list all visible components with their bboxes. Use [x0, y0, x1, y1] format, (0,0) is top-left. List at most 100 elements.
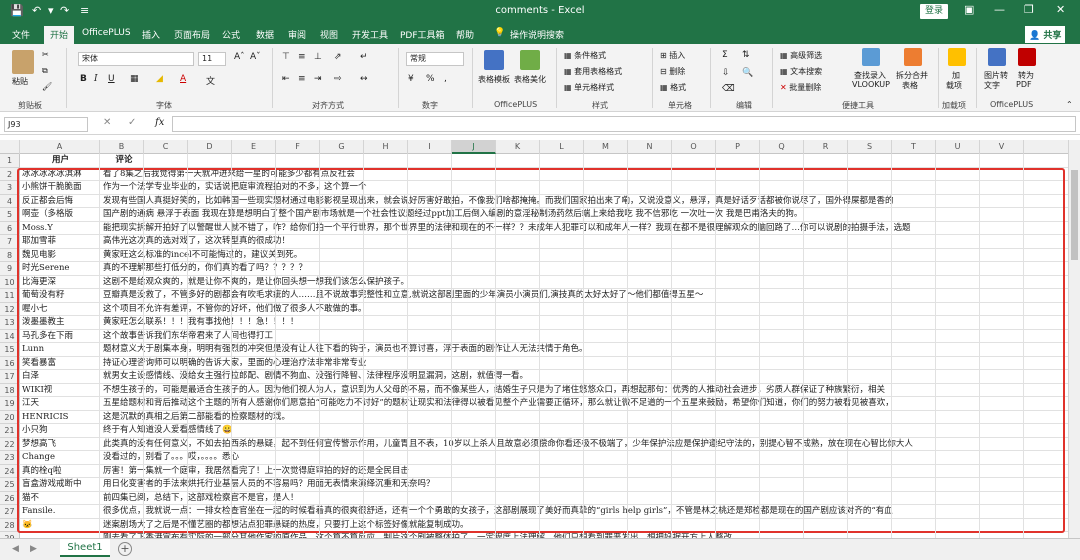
cell-user[interactable]: 耶加雪菲 — [20, 235, 100, 248]
collapse-ribbon-icon[interactable]: ⌃ — [1066, 100, 1073, 109]
comma-icon[interactable]: , — [444, 74, 447, 84]
column-header-m[interactable]: M — [584, 140, 628, 154]
insert-cells-button[interactable]: ⊞ 插入 — [660, 50, 685, 61]
addins-label-2[interactable]: 载项 — [946, 80, 962, 91]
row-header[interactable]: 25 — [0, 478, 20, 492]
column-header-g[interactable]: G — [320, 140, 364, 154]
row-header[interactable]: 12 — [0, 302, 20, 316]
row-header[interactable]: 22 — [0, 437, 20, 451]
column-header-t[interactable]: T — [892, 140, 936, 154]
cell-user[interactable]: 猫不 — [20, 491, 100, 505]
cell-comment[interactable]: 厉害！第一集就一个庭审，我居然看完了！上一次觉得庭审拍的好的还是全民目击 — [101, 465, 1068, 478]
table-beautify-icon[interactable] — [520, 50, 540, 70]
sheet-tab-sheet1[interactable]: Sheet1 — [60, 539, 110, 557]
row-header[interactable]: 15 — [0, 343, 20, 357]
cell-comment[interactable]: 这是沉默的真相之后第二部能看的检察题材的戏。 — [101, 411, 1068, 424]
batch-delete-button[interactable]: ✕ 批量删除 — [780, 82, 821, 93]
vertical-scrollbar[interactable] — [1068, 140, 1080, 538]
column-header-q[interactable]: Q — [760, 140, 804, 154]
row-header[interactable]: 5 — [0, 208, 20, 222]
scrollbar-thumb[interactable] — [1071, 170, 1078, 260]
ribbon-display-options-icon[interactable]: ▣ — [964, 3, 974, 16]
format-cells-button[interactable]: ▦ 格式 — [660, 82, 686, 93]
row-header[interactable]: 23 — [0, 451, 20, 465]
cell-user[interactable]: 啊壶（多格版 — [20, 208, 100, 221]
login-button[interactable]: 登录 — [920, 4, 948, 19]
borders-icon[interactable]: ▦ — [130, 74, 139, 84]
cell-comment[interactable]: 国产剧的通病 悬浮于表面 我现在算是想明白了整个国产剧市场就是一个社会性议题经过… — [101, 208, 1068, 221]
row-header[interactable]: 11 — [0, 289, 20, 303]
cell-comment[interactable]: 黄家旺这么标准的incel不可能悔过的，建议关到死。 — [101, 249, 1068, 262]
column-header-j[interactable]: J — [452, 140, 496, 154]
row-header[interactable]: 27 — [0, 505, 20, 519]
cell-comment[interactable]: 豆瓣真是没救了，不管多好的剧都会有吹毛求疵的人……且不说故事完整性和立意,就说这… — [101, 289, 1068, 302]
table-template-icon[interactable] — [484, 50, 504, 70]
cell-user[interactable]: HENRICIS — [20, 410, 100, 424]
cell-user[interactable]: 🐱 — [20, 518, 100, 532]
fill-color-icon[interactable]: ◢ — [156, 74, 163, 84]
cell-user[interactable]: 小熊饼干脆脆面 — [20, 181, 100, 194]
select-all-corner[interactable] — [0, 140, 20, 154]
paste-button[interactable]: 粘贴 — [12, 76, 28, 87]
merge-center-icon[interactable]: ↔ — [360, 74, 368, 84]
cell-user[interactable]: 马孔多在下雨 — [20, 329, 100, 343]
row-header[interactable]: 8 — [0, 248, 20, 262]
copy-icon[interactable]: ⧉ — [42, 66, 48, 76]
column-header-b[interactable]: B — [100, 140, 144, 154]
table-beautify-button[interactable]: 表格美化 — [514, 74, 546, 85]
orientation-icon[interactable]: ⇗ — [334, 52, 342, 62]
cell-user[interactable]: 真的栓q啦 — [20, 464, 100, 478]
worksheet-grid[interactable]: ABCDEFGHIJKLMNOPQRSTUV 1 2 3 4 5 6 7 8 9 10 11 12 13… — [0, 140, 1068, 538]
minimize-icon[interactable]: — — [994, 3, 1005, 16]
cut-icon[interactable]: ✂ — [42, 50, 49, 59]
text-search-button[interactable]: ▦ 文本搜索 — [780, 66, 822, 77]
header-cell-comment[interactable]: 评论 — [101, 154, 145, 167]
cell-style-button[interactable]: ▦ 单元格样式 — [564, 82, 614, 93]
cell-comment[interactable]: 迷案剧场大了之后是不懂艺圈的都想沾点犯罪悬疑的热度，只要打上这个标签好像就能复制… — [101, 519, 1068, 532]
close-icon[interactable]: ✕ — [1056, 3, 1065, 16]
cancel-icon[interactable]: ✕ — [103, 117, 111, 128]
cell-user[interactable]: 反正都会后悔 — [20, 194, 100, 208]
cell-user[interactable]: 盲盒游戏戒断中 — [20, 478, 100, 491]
row-header[interactable]: 21 — [0, 424, 20, 438]
percent-icon[interactable]: % — [426, 74, 435, 84]
format-as-table-button[interactable]: ▦ 套用表格格式 — [564, 66, 622, 77]
cell-user[interactable]: 江天 — [20, 397, 100, 410]
cell-user[interactable]: 小只狗 — [20, 424, 100, 437]
cell-user[interactable]: 比海更深 — [20, 275, 100, 289]
row-header[interactable]: 19 — [0, 397, 20, 411]
currency-icon[interactable]: ¥ — [408, 74, 414, 84]
cell-comment[interactable]: 题材意义大于剧集本身，明明有强烈的冲突但是没有让人往下看的钩子，演员也不算讨喜，… — [101, 343, 1068, 356]
cell-user[interactable]: Change — [20, 451, 100, 464]
cell-comment[interactable]: 看了8集之后我觉得第一天就冲进来给一星的可能多少都有点反社会 — [101, 168, 1068, 181]
row-header[interactable]: 16 — [0, 356, 20, 370]
to-pdf-icon[interactable] — [1018, 48, 1036, 66]
shrink-font-icon[interactable]: Aˇ — [250, 52, 261, 62]
number-format-combo[interactable]: 常规 — [406, 52, 464, 66]
tab-officeplus[interactable]: OfficePLUS — [82, 28, 131, 38]
cell-comment[interactable]: 持证心理咨询师可以明确的告诉大家，里面的心理治疗法非常非常专业 — [101, 357, 1068, 370]
cell-user[interactable]: Fansile. — [20, 505, 100, 518]
grow-font-icon[interactable]: Aˆ — [234, 52, 245, 62]
row-header[interactable]: 17 — [0, 370, 20, 384]
restore-icon[interactable]: ❐ — [1024, 3, 1034, 16]
fill-icon[interactable]: ⇩ — [722, 68, 730, 78]
phonetic-icon[interactable]: 文 — [206, 74, 215, 87]
vlookup-label[interactable]: VLOOKUP — [852, 80, 890, 89]
indent-icon[interactable]: ⇨ — [334, 74, 342, 84]
tab-review[interactable]: 审阅 — [288, 28, 306, 41]
to-pdf-label-2[interactable]: PDF — [1016, 80, 1032, 89]
tab-pdf-toolbox[interactable]: PDF工具箱 — [400, 28, 445, 41]
column-header-a[interactable]: A — [20, 140, 100, 154]
prev-sheet-icon[interactable]: ◀ — [12, 544, 19, 554]
top-align-icon[interactable]: ⊤ — [282, 52, 290, 62]
cell-user[interactable]: 梦想高飞 — [20, 437, 100, 451]
cell-comment[interactable]: 此类真的没有任何意义，不如去拍西杀的悬疑，起不到任何宣传警示作用，儿童胃且不表，… — [101, 438, 1068, 451]
cell-comment[interactable]: 终于有人知道没人爱看感情线了😀 — [101, 424, 1068, 437]
cell-user[interactable]: WIKI视 — [20, 383, 100, 397]
name-box[interactable]: J93 — [4, 117, 88, 132]
cell-user[interactable]: Lunn — [20, 343, 100, 356]
row-header[interactable]: 2 — [0, 167, 20, 181]
share-button[interactable]: 👤 共享 — [1025, 26, 1066, 43]
split-merge-table-label[interactable]: 表格 — [902, 80, 918, 91]
